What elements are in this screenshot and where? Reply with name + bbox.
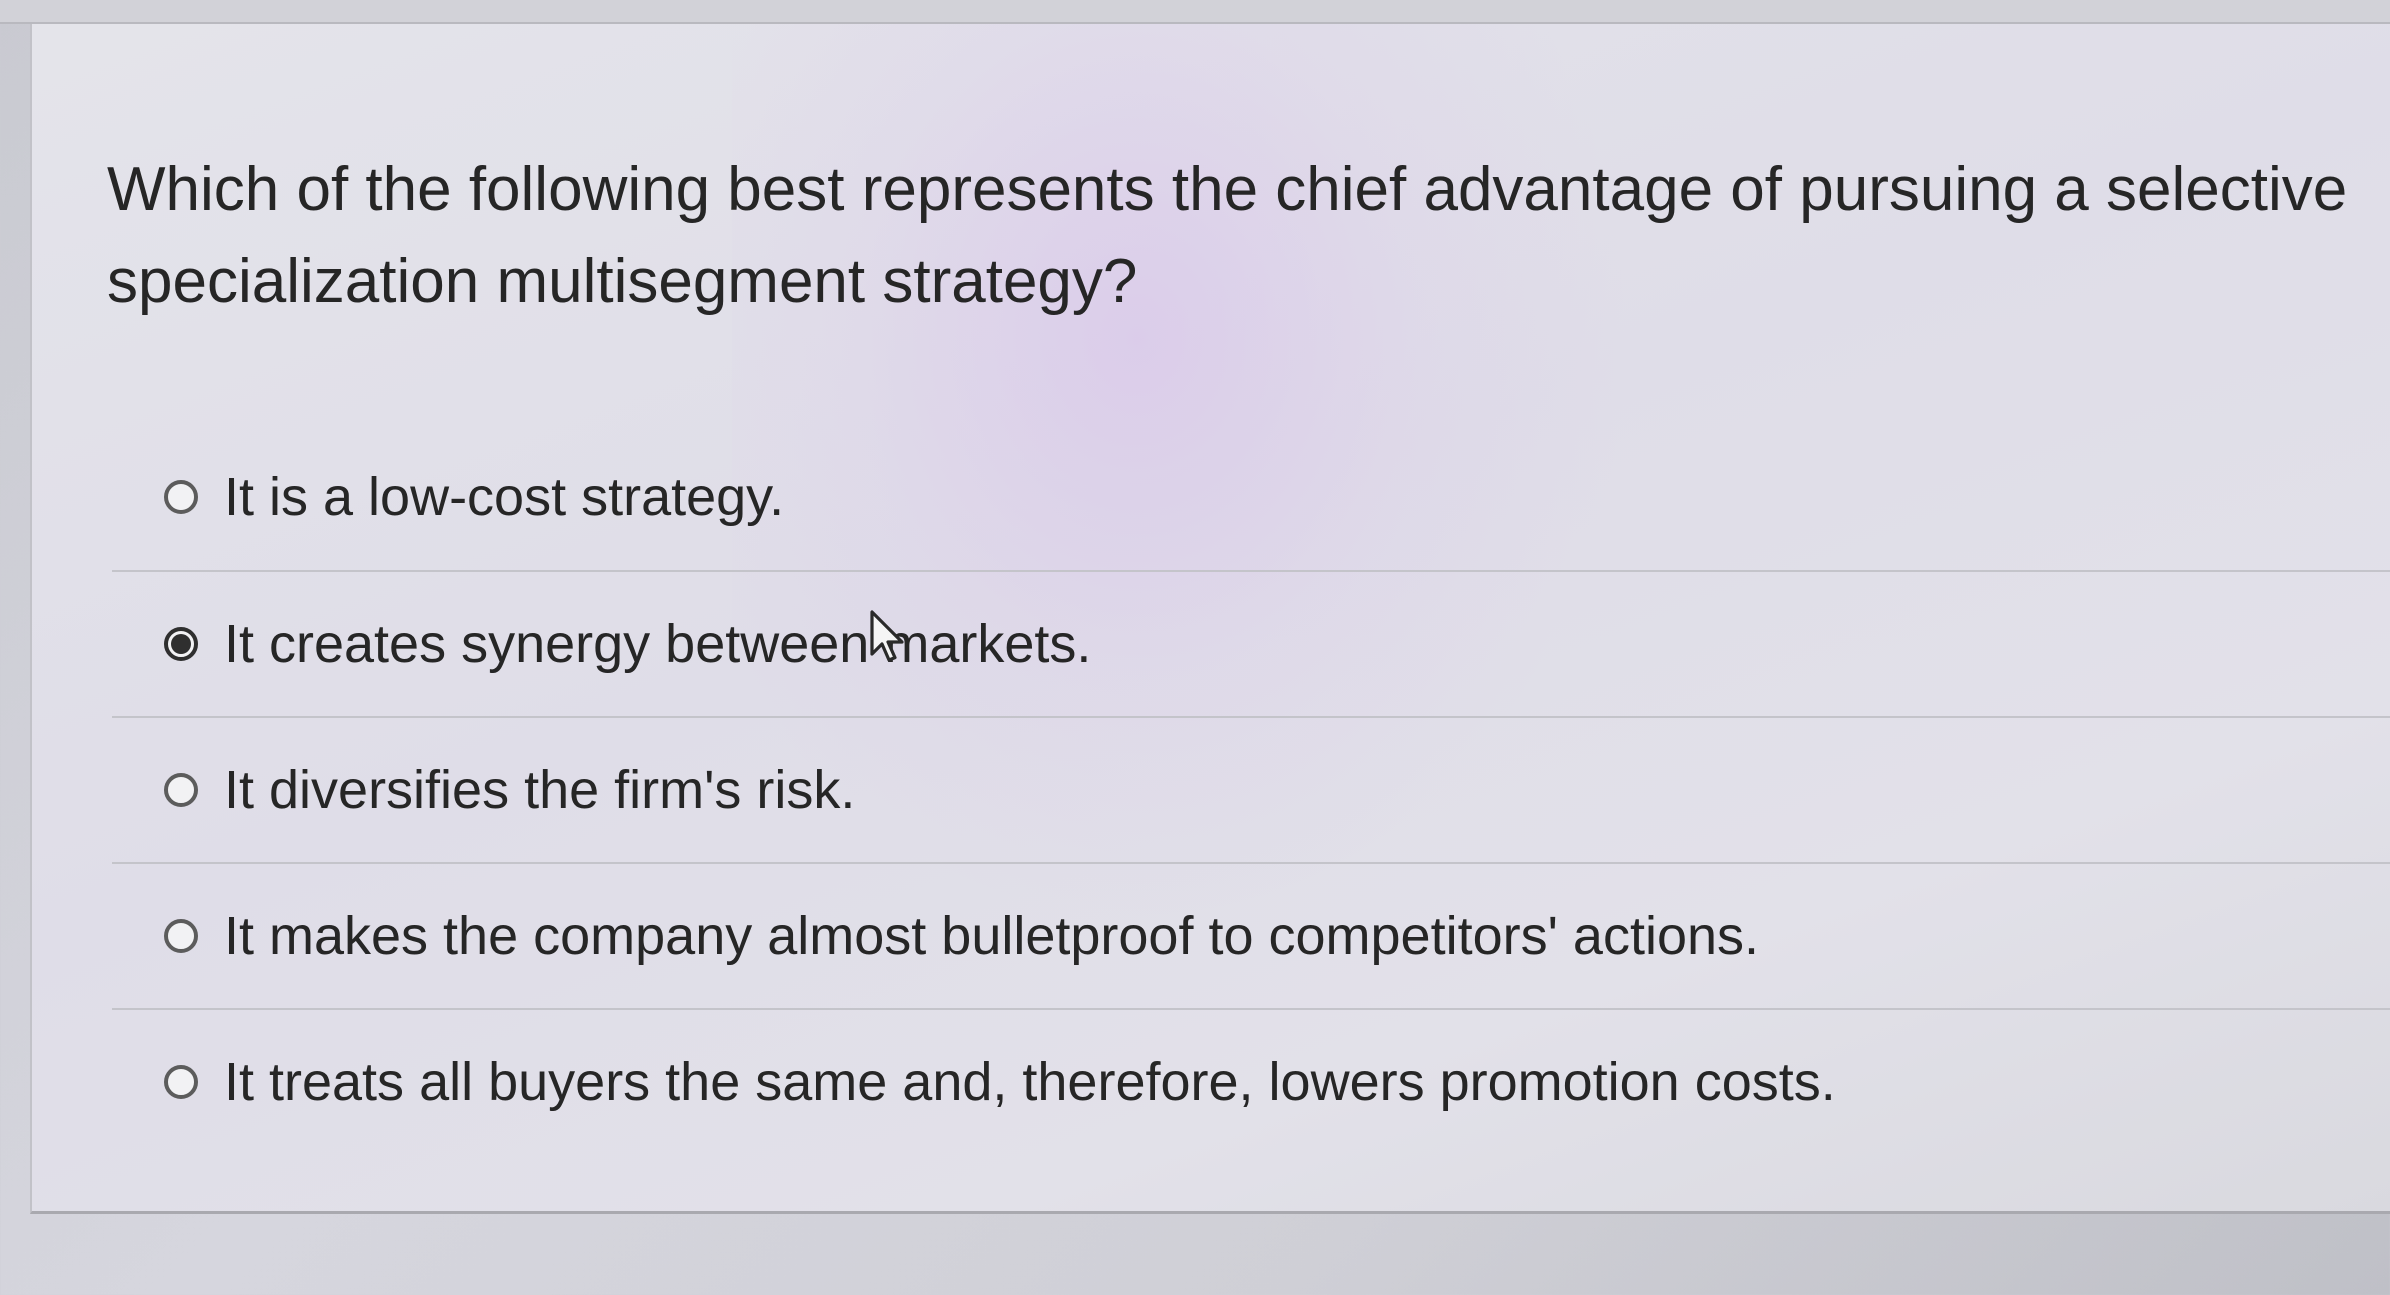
answer-option-label: It makes the company almost bulletproof …: [224, 906, 1760, 966]
answer-option-4[interactable]: It makes the company almost bulletproof …: [112, 862, 2390, 1008]
radio-button-icon[interactable]: [164, 919, 198, 953]
question-text: Which of the following best represents t…: [107, 155, 2348, 316]
answer-options: It is a low-cost strategy. It creates sy…: [112, 424, 2390, 1154]
answer-option-2[interactable]: It creates synergy between markets.: [112, 570, 2390, 716]
answer-option-label: It is a low-cost strategy.: [224, 467, 785, 527]
answer-option-label: It creates synergy between markets.: [224, 614, 1092, 674]
answer-option-label: It treats all buyers the same and, there…: [224, 1052, 1836, 1112]
answer-option-label: It diversifies the firm's risk.: [224, 760, 856, 820]
question-card: Which of the following best represents t…: [30, 24, 2390, 1214]
top-strip: [0, 0, 2390, 24]
answer-option-1[interactable]: It is a low-cost strategy.: [112, 424, 2390, 570]
answer-option-3[interactable]: It diversifies the firm's risk.: [112, 716, 2390, 862]
answer-option-5[interactable]: It treats all buyers the same and, there…: [112, 1008, 2390, 1154]
radio-button-icon[interactable]: [164, 1065, 198, 1099]
radio-button-icon[interactable]: [164, 480, 198, 514]
radio-button-icon[interactable]: [164, 627, 198, 661]
radio-button-icon[interactable]: [164, 773, 198, 807]
